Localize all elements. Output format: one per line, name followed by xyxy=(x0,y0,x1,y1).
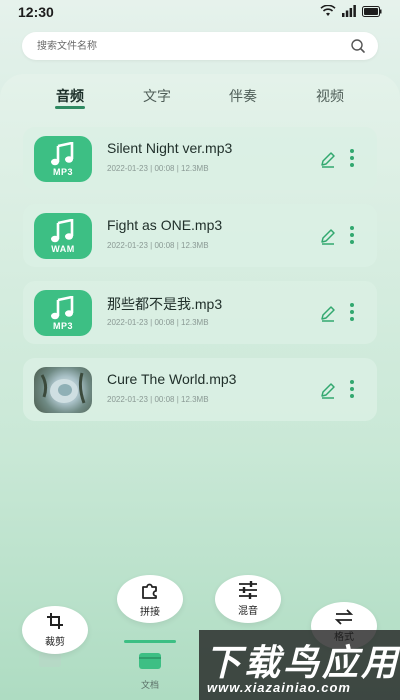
document-nav-icon xyxy=(139,653,161,669)
search-input[interactable] xyxy=(37,32,337,60)
album-cover-image xyxy=(34,367,92,413)
mix-button[interactable]: 混音 xyxy=(215,575,281,623)
file-name: Silent Night ver.mp3 xyxy=(107,140,233,156)
more-options-icon[interactable] xyxy=(349,303,355,323)
puzzle-icon xyxy=(142,583,157,599)
crop-label: 裁剪 xyxy=(45,637,65,648)
battery-icon xyxy=(362,5,382,17)
more-options-icon[interactable] xyxy=(349,380,355,400)
music-note-icon xyxy=(51,295,74,319)
tab-accompaniment[interactable]: 伴奏 xyxy=(213,86,273,106)
sliders-icon xyxy=(239,581,257,599)
status-icons xyxy=(320,5,382,17)
crop-icon xyxy=(47,613,63,629)
tab-label: 音频 xyxy=(56,88,84,104)
edit-pencil-icon[interactable] xyxy=(319,305,337,323)
splice-label: 拼接 xyxy=(140,607,160,618)
nav-item-home[interactable] xyxy=(30,652,70,673)
tab-text[interactable]: 文字 xyxy=(127,86,187,106)
watermark-url: www.xiazainiao.com xyxy=(207,680,351,695)
tab-video[interactable]: 视频 xyxy=(300,86,360,106)
more-options-icon[interactable] xyxy=(349,149,355,169)
file-thumbnail: MP3 xyxy=(34,136,92,182)
watermark-text: 下载鸟应用 xyxy=(205,643,400,684)
file-meta: 2022-01-23 | 00:08 | 12.3MB xyxy=(107,318,209,327)
list-item[interactable]: WAM Fight as ONE.mp3 2022-01-23 | 00:08 … xyxy=(23,204,377,267)
edit-pencil-icon[interactable] xyxy=(319,382,337,400)
tab-label: 视频 xyxy=(316,88,344,104)
list-item[interactable]: MP3 Silent Night ver.mp3 2022-01-23 | 00… xyxy=(23,127,377,190)
edit-pencil-icon[interactable] xyxy=(319,228,337,246)
mix-label: 混音 xyxy=(238,606,258,617)
swap-arrows-icon xyxy=(334,609,354,625)
file-meta: 2022-01-23 | 00:08 | 12.3MB xyxy=(107,164,209,173)
list-item[interactable]: MP3 那些都不是我.mp3 2022-01-23 | 00:08 | 12.3… xyxy=(23,281,377,344)
tab-label: 伴奏 xyxy=(229,88,257,104)
file-format-label: MP3 xyxy=(52,166,73,177)
nav-label: 文档 xyxy=(140,680,159,690)
nav-active-indicator xyxy=(124,640,176,643)
file-name: Fight as ONE.mp3 xyxy=(107,217,223,233)
crop-button[interactable]: 裁剪 xyxy=(22,606,88,654)
file-meta: 2022-01-23 | 00:08 | 12.3MB xyxy=(107,241,209,250)
edit-pencil-icon[interactable] xyxy=(319,151,337,169)
nav-item-docs[interactable]: 文档 xyxy=(130,652,170,691)
file-thumbnail: MP3 xyxy=(34,290,92,336)
search-icon[interactable] xyxy=(350,38,366,54)
more-options-icon[interactable] xyxy=(349,226,355,246)
tab-label: 文字 xyxy=(143,88,171,104)
file-thumbnail: WAM xyxy=(34,213,92,259)
active-tab-indicator xyxy=(55,106,85,109)
list-item[interactable]: Cure The World.mp3 2022-01-23 | 00:08 | … xyxy=(23,358,377,421)
splice-button[interactable]: 拼接 xyxy=(117,575,183,623)
category-tabs: 音频 文字 伴奏 视频 xyxy=(0,86,400,110)
watermark-overlay: 下载鸟应用 www.xiazainiao.com xyxy=(199,630,400,700)
file-format-label: WAM xyxy=(51,243,75,254)
file-name: 那些都不是我.mp3 xyxy=(107,296,223,312)
album-art-graphic xyxy=(40,372,86,404)
music-note-icon xyxy=(51,218,74,242)
music-note-icon xyxy=(51,141,74,165)
home-nav-icon xyxy=(39,653,61,667)
tab-audio[interactable]: 音频 xyxy=(40,86,100,109)
signal-icon xyxy=(342,5,356,17)
status-bar: 12:30 xyxy=(0,0,400,26)
file-meta: 2022-01-23 | 00:08 | 12.3MB xyxy=(107,395,209,404)
search-bar[interactable] xyxy=(22,32,378,60)
wifi-icon xyxy=(320,5,336,16)
file-name: Cure The World.mp3 xyxy=(107,371,237,387)
file-format-label: MP3 xyxy=(52,320,73,331)
status-time: 12:30 xyxy=(18,4,54,20)
